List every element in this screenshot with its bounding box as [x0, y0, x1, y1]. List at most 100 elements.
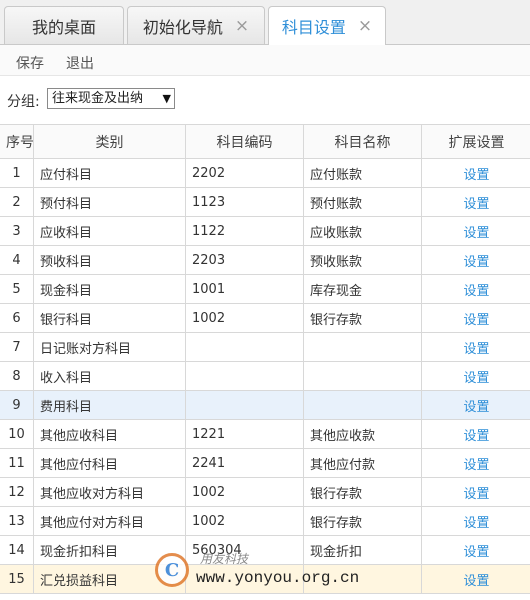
- subject-name-cell: 应收账款: [303, 216, 422, 246]
- settings-link[interactable]: 设置: [421, 332, 530, 362]
- subject-name-cell: 其他应付款: [303, 448, 422, 478]
- watermark-url: www.yonyou.org.cn: [196, 569, 360, 587]
- settings-link[interactable]: 设置: [421, 274, 530, 304]
- settings-link[interactable]: 设置: [421, 535, 530, 565]
- caret-down-icon: ▼: [162, 92, 171, 105]
- settings-link[interactable]: 设置: [421, 361, 530, 391]
- subject-name-cell: 预收账款: [303, 245, 422, 275]
- category-cell: 其他应收科目: [33, 419, 186, 449]
- subject-code-cell: [185, 332, 304, 362]
- category-cell: 预收科目: [33, 245, 186, 275]
- settings-link[interactable]: 设置: [421, 158, 530, 188]
- row-index: 13: [0, 506, 34, 536]
- subject-code-cell: 2203: [185, 245, 304, 275]
- settings-link[interactable]: 设置: [421, 245, 530, 275]
- row-index: 6: [0, 303, 34, 333]
- settings-link[interactable]: 设置: [421, 390, 530, 420]
- watermark-brand: 用友科技: [200, 552, 249, 566]
- category-cell: 其他应收对方科目: [33, 477, 186, 507]
- settings-link[interactable]: 设置: [421, 419, 530, 449]
- subject-name-cell: [303, 361, 422, 391]
- column-header-subject-name: 科目名称: [303, 124, 422, 159]
- row-index: 2: [0, 187, 34, 217]
- tab-my-desktop[interactable]: 我的桌面: [4, 6, 124, 44]
- row-index: 5: [0, 274, 34, 304]
- subject-code-cell: 1122: [185, 216, 304, 246]
- settings-link[interactable]: 设置: [421, 187, 530, 217]
- table-row[interactable]: 1 应付科目 2202 应付账款 设置: [0, 158, 530, 188]
- table-row[interactable]: 3 应收科目 1122 应收账款 设置: [0, 216, 530, 246]
- table-row[interactable]: 2 预付科目 1123 预付账款 设置: [0, 187, 530, 217]
- category-cell: 银行科目: [33, 303, 186, 333]
- table-row[interactable]: 9 费用科目 设置: [0, 390, 530, 420]
- save-button[interactable]: 保存: [16, 53, 44, 73]
- settings-link[interactable]: 设置: [421, 303, 530, 333]
- row-index: 10: [0, 419, 34, 449]
- row-index: 4: [0, 245, 34, 275]
- subject-name-cell: 银行存款: [303, 477, 422, 507]
- group-select-value: 往来现金及出纳: [52, 91, 144, 106]
- category-cell: 应付科目: [33, 158, 186, 188]
- row-index: 14: [0, 535, 34, 565]
- group-label: 分组:: [7, 94, 40, 110]
- subject-code-cell: 1001: [185, 274, 304, 304]
- category-cell: 费用科目: [33, 390, 186, 420]
- table-row[interactable]: 6 银行科目 1002 银行存款 设置: [0, 303, 530, 333]
- toolbar: 保存 退出: [0, 45, 530, 76]
- subject-code-cell: 2202: [185, 158, 304, 188]
- row-index: 9: [0, 390, 34, 420]
- category-cell: 应收科目: [33, 216, 186, 246]
- close-icon[interactable]: ×: [235, 16, 249, 36]
- row-index: 12: [0, 477, 34, 507]
- row-index: 7: [0, 332, 34, 362]
- subject-code-cell: 1002: [185, 477, 304, 507]
- tab-init-navigation[interactable]: 初始化导航 ×: [127, 6, 265, 44]
- subject-name-cell: 预付账款: [303, 187, 422, 217]
- tab-bar: 我的桌面 初始化导航 × 科目设置 ×: [0, 0, 530, 45]
- subject-code-cell: 2241: [185, 448, 304, 478]
- subject-code-cell: 1221: [185, 419, 304, 449]
- subject-name-cell: 其他应收款: [303, 419, 422, 449]
- close-icon[interactable]: ×: [358, 16, 372, 36]
- table-row[interactable]: 8 收入科目 设置: [0, 361, 530, 391]
- settings-link[interactable]: 设置: [421, 564, 530, 594]
- row-index: 15: [0, 564, 34, 594]
- category-cell: 预付科目: [33, 187, 186, 217]
- subject-settings-table: 序号 类别 科目编码 科目名称 扩展设置 1 应付科目 2202 应付账款 设置 2 预付科…: [0, 124, 530, 594]
- column-header-category: 类别: [33, 124, 186, 159]
- subject-code-cell: [185, 390, 304, 420]
- tab-label: 初始化导航: [142, 17, 223, 37]
- category-cell: 其他应付科目: [33, 448, 186, 478]
- table-row[interactable]: 14 现金折扣科目 560304 现金折扣 设置: [0, 535, 530, 565]
- table-row[interactable]: 13 其他应付对方科目 1002 银行存款 设置: [0, 506, 530, 536]
- settings-link[interactable]: 设置: [421, 506, 530, 536]
- table-row[interactable]: 10 其他应收科目 1221 其他应收款 设置: [0, 419, 530, 449]
- column-header-subject-code: 科目编码: [185, 124, 304, 159]
- table-row[interactable]: 5 现金科目 1001 库存现金 设置: [0, 274, 530, 304]
- table-body: 1 应付科目 2202 应付账款 设置 2 预付科目 1123 预付账款 设置 3 应收科目 1122 应…: [0, 158, 530, 594]
- row-index: 8: [0, 361, 34, 391]
- category-cell: 日记账对方科目: [33, 332, 186, 362]
- settings-link[interactable]: 设置: [421, 448, 530, 478]
- subject-code-cell: 1123: [185, 187, 304, 217]
- exit-button[interactable]: 退出: [66, 53, 94, 73]
- subject-name-cell: [303, 390, 422, 420]
- table-row[interactable]: 4 预收科目 2203 预收账款 设置: [0, 245, 530, 275]
- subject-name-cell: [303, 332, 422, 362]
- table-row[interactable]: 11 其他应付科目 2241 其他应付款 设置: [0, 448, 530, 478]
- tab-subject-settings[interactable]: 科目设置 ×: [268, 6, 386, 45]
- table-row[interactable]: 12 其他应收对方科目 1002 银行存款 设置: [0, 477, 530, 507]
- subject-code-cell: 1002: [185, 506, 304, 536]
- category-cell: 其他应付对方科目: [33, 506, 186, 536]
- subject-code-cell: [185, 361, 304, 391]
- subject-code-cell: 1002: [185, 303, 304, 333]
- row-index: 3: [0, 216, 34, 246]
- settings-link[interactable]: 设置: [421, 477, 530, 507]
- group-select[interactable]: 往来现金及出纳 ▼: [47, 88, 175, 109]
- settings-link[interactable]: 设置: [421, 216, 530, 246]
- table-row[interactable]: 7 日记账对方科目 设置: [0, 332, 530, 362]
- yonyou-logo-icon: C: [155, 553, 189, 587]
- column-header-index: 序号: [0, 124, 34, 159]
- subject-name-cell: 现金折扣: [303, 535, 422, 565]
- row-index: 1: [0, 158, 34, 188]
